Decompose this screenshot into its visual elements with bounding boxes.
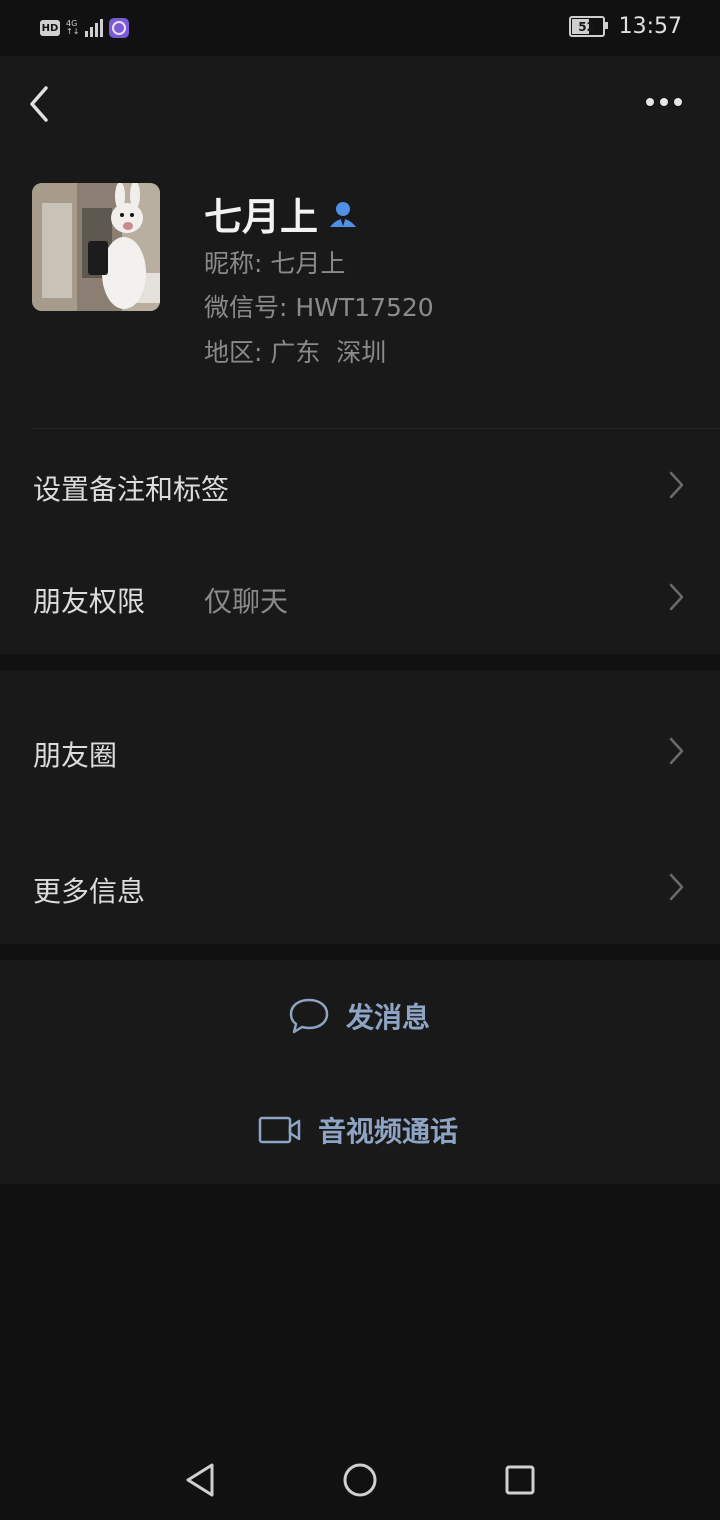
set-remark-row[interactable]: 设置备注和标签 (0, 430, 720, 542)
set-remark-label: 设置备注和标签 (33, 473, 230, 506)
av-call-label: 音视频通话 (318, 1115, 459, 1148)
friend-permissions-label: 朋友权限 (33, 585, 146, 618)
friend-permissions-row[interactable]: 朋友权限 仅聊天 (0, 542, 720, 654)
contact-name: 七月上 (204, 186, 358, 241)
nav-back-icon[interactable] (184, 1462, 216, 1498)
moments-row[interactable]: 朋友圈 (0, 696, 720, 808)
send-message-label: 发消息 (346, 1001, 431, 1034)
nickname-value: 七月上 (270, 249, 346, 278)
more-horizontal-icon (646, 98, 682, 106)
contact-name-text: 七月上 (204, 195, 319, 239)
wechat-id-label: 微信号: (204, 293, 296, 322)
more-info-row[interactable]: 更多信息 (0, 832, 720, 944)
chevron-right-icon (669, 583, 684, 611)
clock: 13:57 (618, 14, 682, 39)
av-call-button[interactable]: 音视频通话 (258, 1110, 458, 1150)
chevron-right-icon (669, 471, 684, 499)
nav-recents-icon[interactable] (504, 1464, 536, 1496)
back-button[interactable] (26, 84, 56, 124)
status-right: 52 13:57 (568, 14, 682, 39)
region-value: 广东 深圳 (270, 338, 387, 367)
more-info-label: 更多信息 (33, 875, 146, 908)
wechat-id-value: HWT17520 (295, 293, 434, 322)
network-arrows: ↑↓ (66, 27, 80, 36)
signal-icon (85, 19, 104, 37)
network-type: 4G ↑↓ (66, 20, 79, 36)
chevron-right-icon (669, 737, 684, 765)
chat-bubble-icon (289, 998, 329, 1034)
video-camera-icon (258, 1116, 301, 1144)
system-nav-bar (0, 1440, 720, 1520)
status-left: HD 4G ↑↓ (40, 16, 130, 40)
nickname-label: 昵称: (204, 249, 271, 278)
battery-level: 52 (578, 19, 595, 34)
wechat-id-line: 微信号: HWT17520 (204, 288, 434, 324)
nav-home-icon[interactable] (342, 1462, 378, 1498)
friend-permissions-value: 仅聊天 (204, 585, 289, 618)
status-bar: HD 4G ↑↓ 52 13:57 (0, 0, 720, 56)
more-button[interactable] (644, 92, 688, 112)
avatar-image (32, 183, 160, 311)
avatar[interactable] (32, 183, 160, 311)
region-label: 地区: (204, 338, 271, 367)
send-message-button[interactable]: 发消息 (288, 996, 430, 1036)
divider (32, 428, 720, 429)
chevron-right-icon (669, 873, 684, 901)
person-icon (330, 201, 357, 227)
region-line: 地区: 广东 深圳 (204, 333, 386, 369)
moments-label: 朋友圈 (33, 739, 118, 772)
actions-panel (0, 960, 720, 1184)
hd-badge: HD (40, 20, 60, 36)
chevron-left-icon (30, 86, 48, 122)
battery-icon: 52 (568, 16, 608, 37)
app-notification-icon (109, 18, 130, 38)
nickname-line: 昵称: 七月上 (204, 244, 345, 280)
